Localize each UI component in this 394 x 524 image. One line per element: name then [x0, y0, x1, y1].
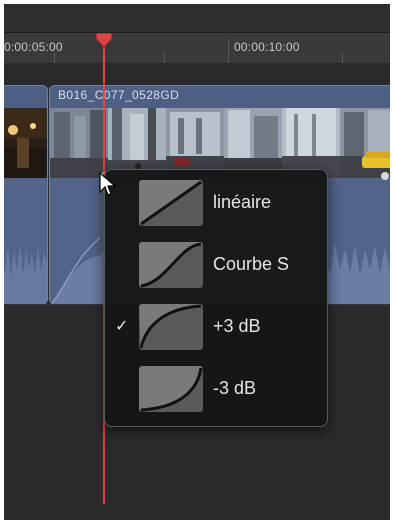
linear-curve-icon	[139, 180, 203, 226]
clip-name: B016_C077_0528GD	[58, 88, 180, 102]
menu-item-linear[interactable]: linéaire	[105, 172, 327, 234]
ruler-minor-tick	[164, 53, 165, 63]
minus-3db-curve-icon	[139, 366, 203, 412]
s-curve-icon	[139, 242, 203, 288]
clip-thumbnails	[50, 108, 390, 178]
menu-item-plus-3db[interactable]: ✓ +3 dB	[105, 296, 327, 358]
timecode-5s: 0:00:05:00	[4, 40, 63, 54]
plus-3db-curve-icon	[139, 304, 203, 350]
timeline-toolbar	[4, 4, 390, 33]
menu-item-label: +3 dB	[213, 316, 261, 336]
menu-item-label: -3 dB	[213, 378, 257, 398]
mouse-pointer-icon	[99, 172, 117, 196]
timeline-ruler[interactable]: 0:00:05:00 00:00:10:00	[4, 33, 390, 64]
night-street-thumbnail	[4, 108, 47, 178]
timecode-10s: 00:00:10:00	[234, 40, 300, 54]
checkmark-icon: ✓	[115, 318, 129, 335]
menu-item-label: Courbe S	[213, 254, 290, 274]
menu-item-minus-3db[interactable]: -3 dB	[105, 358, 327, 420]
previous-clip-audio	[4, 178, 47, 304]
menu-item-label: linéaire	[213, 192, 272, 212]
previous-clip[interactable]	[4, 85, 48, 305]
previous-clip-thumbnails	[4, 108, 47, 178]
fade-handle-right[interactable]	[381, 172, 389, 180]
ruler-minor-tick	[342, 53, 343, 63]
ruler-minor-tick	[54, 53, 55, 63]
ruler-major-tick	[228, 39, 229, 63]
previous-clip-waveform	[4, 244, 47, 304]
fade-type-menu: linéaire Courbe S ✓ +3 dB -3 dB	[104, 169, 328, 427]
menu-item-s-curve[interactable]: Courbe S	[105, 234, 327, 296]
city-street-filmstrip	[50, 108, 390, 178]
playhead-handle[interactable]	[94, 33, 114, 47]
